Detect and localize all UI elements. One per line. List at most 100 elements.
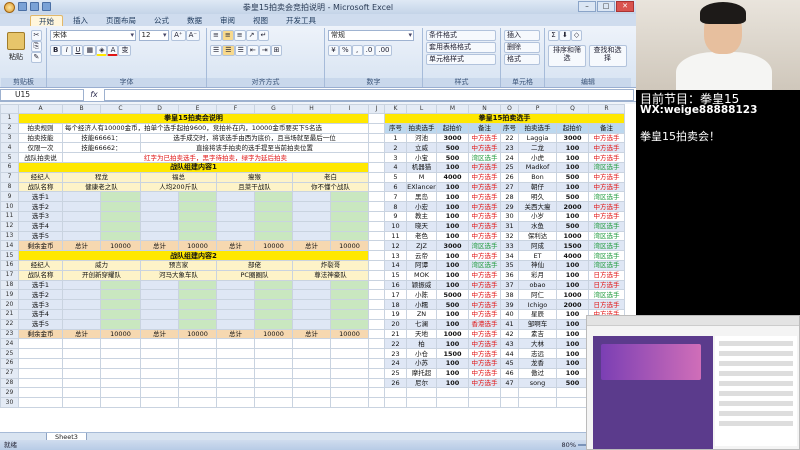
player-slot[interactable]: [62, 210, 101, 222]
player-price[interactable]: 4000: [436, 171, 469, 183]
player-index[interactable]: 34: [500, 250, 519, 261]
player-name[interactable]: song: [518, 377, 557, 389]
gap-cell[interactable]: [368, 357, 385, 369]
player-name[interactable]: 彩月: [518, 269, 557, 281]
currency-icon[interactable]: ¥: [328, 45, 339, 56]
player-price[interactable]: 100: [556, 142, 589, 154]
autosum-icon[interactable]: Σ: [548, 30, 559, 41]
player-slot[interactable]: [140, 220, 179, 232]
minimize-button[interactable]: –: [578, 1, 596, 12]
total-label[interactable]: 总计: [62, 240, 101, 252]
empty-cell[interactable]: [500, 387, 519, 399]
price-slot[interactable]: [330, 210, 369, 222]
column-header[interactable]: Q: [556, 104, 589, 114]
player-name[interactable]: 关西大瘦: [518, 201, 557, 212]
team-name[interactable]: 开创新穿耀队: [62, 269, 141, 281]
player-name[interactable]: 七澜: [406, 318, 437, 330]
player-index[interactable]: 27: [500, 181, 519, 193]
manager-name[interactable]: 老白: [292, 171, 369, 183]
price-slot[interactable]: [178, 289, 217, 301]
player-slot[interactable]: [62, 191, 101, 203]
empty-cell[interactable]: [292, 397, 331, 408]
gap-cell[interactable]: [368, 289, 385, 301]
player-status[interactable]: 中方选手: [588, 201, 625, 212]
player-name[interactable]: 颖振威: [406, 279, 437, 291]
player-price[interactable]: 100: [556, 357, 589, 369]
player-name[interactable]: Bon: [518, 171, 557, 183]
player-slot[interactable]: [140, 308, 179, 320]
right-header[interactable]: 序号: [500, 122, 519, 134]
player-slot[interactable]: [292, 210, 331, 222]
player-name[interactable]: obao: [518, 279, 557, 291]
price-slot[interactable]: [100, 220, 141, 232]
empty-cell[interactable]: [18, 367, 63, 379]
team-label[interactable]: 战队名称: [18, 181, 63, 193]
empty-cell[interactable]: [330, 357, 369, 369]
rule-label[interactable]: 战队拍卖说: [18, 152, 63, 163]
player-index[interactable]: 22: [500, 132, 519, 144]
section-title[interactable]: 战队组建内容1: [18, 161, 369, 173]
player-status[interactable]: 中方选手: [588, 181, 625, 193]
price-slot[interactable]: [254, 230, 293, 242]
player-status[interactable]: 中方选手: [468, 210, 501, 222]
player-name[interactable]: ET: [518, 250, 557, 261]
price-slot[interactable]: [254, 308, 293, 320]
row-header[interactable]: 11: [0, 210, 19, 222]
empty-cell[interactable]: [292, 357, 331, 369]
player-index[interactable]: 3: [384, 152, 407, 163]
player-name[interactable]: 素吉: [518, 328, 557, 340]
empty-cell[interactable]: [100, 397, 141, 408]
player-price[interactable]: 100: [556, 152, 589, 163]
manager-name[interactable]: 部佬: [216, 259, 293, 271]
empty-cell[interactable]: [500, 397, 519, 408]
player-slot[interactable]: [140, 279, 179, 291]
empty-cell[interactable]: [100, 367, 141, 379]
gap-cell[interactable]: [368, 171, 385, 183]
rule-label[interactable]: 拍卖规则: [18, 122, 63, 134]
fx-icon[interactable]: fx: [84, 90, 104, 99]
empty-cell[interactable]: [62, 367, 101, 379]
price-slot[interactable]: [100, 191, 141, 203]
player-price[interactable]: 1500: [436, 348, 469, 359]
player-index[interactable]: 17: [384, 289, 407, 301]
player-price[interactable]: 100: [436, 377, 469, 389]
player-index[interactable]: 39: [500, 299, 519, 310]
player-price[interactable]: 100: [436, 338, 469, 350]
player-status[interactable]: 湾区选手: [588, 230, 625, 242]
manager-name[interactable]: 预言家: [140, 259, 217, 271]
maximize-button[interactable]: □: [597, 1, 615, 12]
player-price[interactable]: 1500: [556, 240, 589, 252]
row-header[interactable]: 3: [0, 132, 19, 144]
empty-cell[interactable]: [216, 348, 255, 359]
row-header[interactable]: 17: [0, 269, 19, 281]
player-name[interactable]: 志远: [518, 348, 557, 359]
price-slot[interactable]: [100, 210, 141, 222]
border-icon[interactable]: ▦: [83, 45, 97, 56]
player-index[interactable]: 28: [500, 191, 519, 203]
insert-cells-button[interactable]: 插入: [504, 30, 540, 41]
formula-input[interactable]: [104, 88, 634, 101]
team-name[interactable]: 尊法神豪队: [292, 269, 369, 281]
player-status[interactable]: 中方选手: [468, 269, 501, 281]
player-price[interactable]: 100: [556, 308, 589, 320]
player-name[interactable]: ZJZ: [406, 240, 437, 252]
player-name[interactable]: Madkof: [518, 161, 557, 173]
empty-cell[interactable]: [254, 377, 293, 389]
empty-cell[interactable]: [254, 387, 293, 399]
copy-icon[interactable]: ⎘: [30, 41, 43, 52]
gap-cell[interactable]: [368, 142, 385, 154]
player-price[interactable]: 100: [556, 269, 589, 281]
player-status[interactable]: 中方选手: [588, 152, 625, 163]
player-price[interactable]: 100: [436, 210, 469, 222]
column-header[interactable]: A: [18, 104, 63, 114]
player-name[interactable]: 小虎: [518, 152, 557, 163]
price-slot[interactable]: [330, 289, 369, 301]
price-slot[interactable]: [330, 201, 369, 212]
player-index[interactable]: 12: [384, 240, 407, 252]
player-slot[interactable]: [62, 289, 101, 301]
format-as-table-button[interactable]: 套用表格格式: [426, 42, 496, 53]
player-status[interactable]: 中方选手: [468, 181, 501, 193]
player-price[interactable]: 100: [556, 210, 589, 222]
empty-cell[interactable]: [178, 367, 217, 379]
underline-button[interactable]: U: [72, 45, 84, 56]
